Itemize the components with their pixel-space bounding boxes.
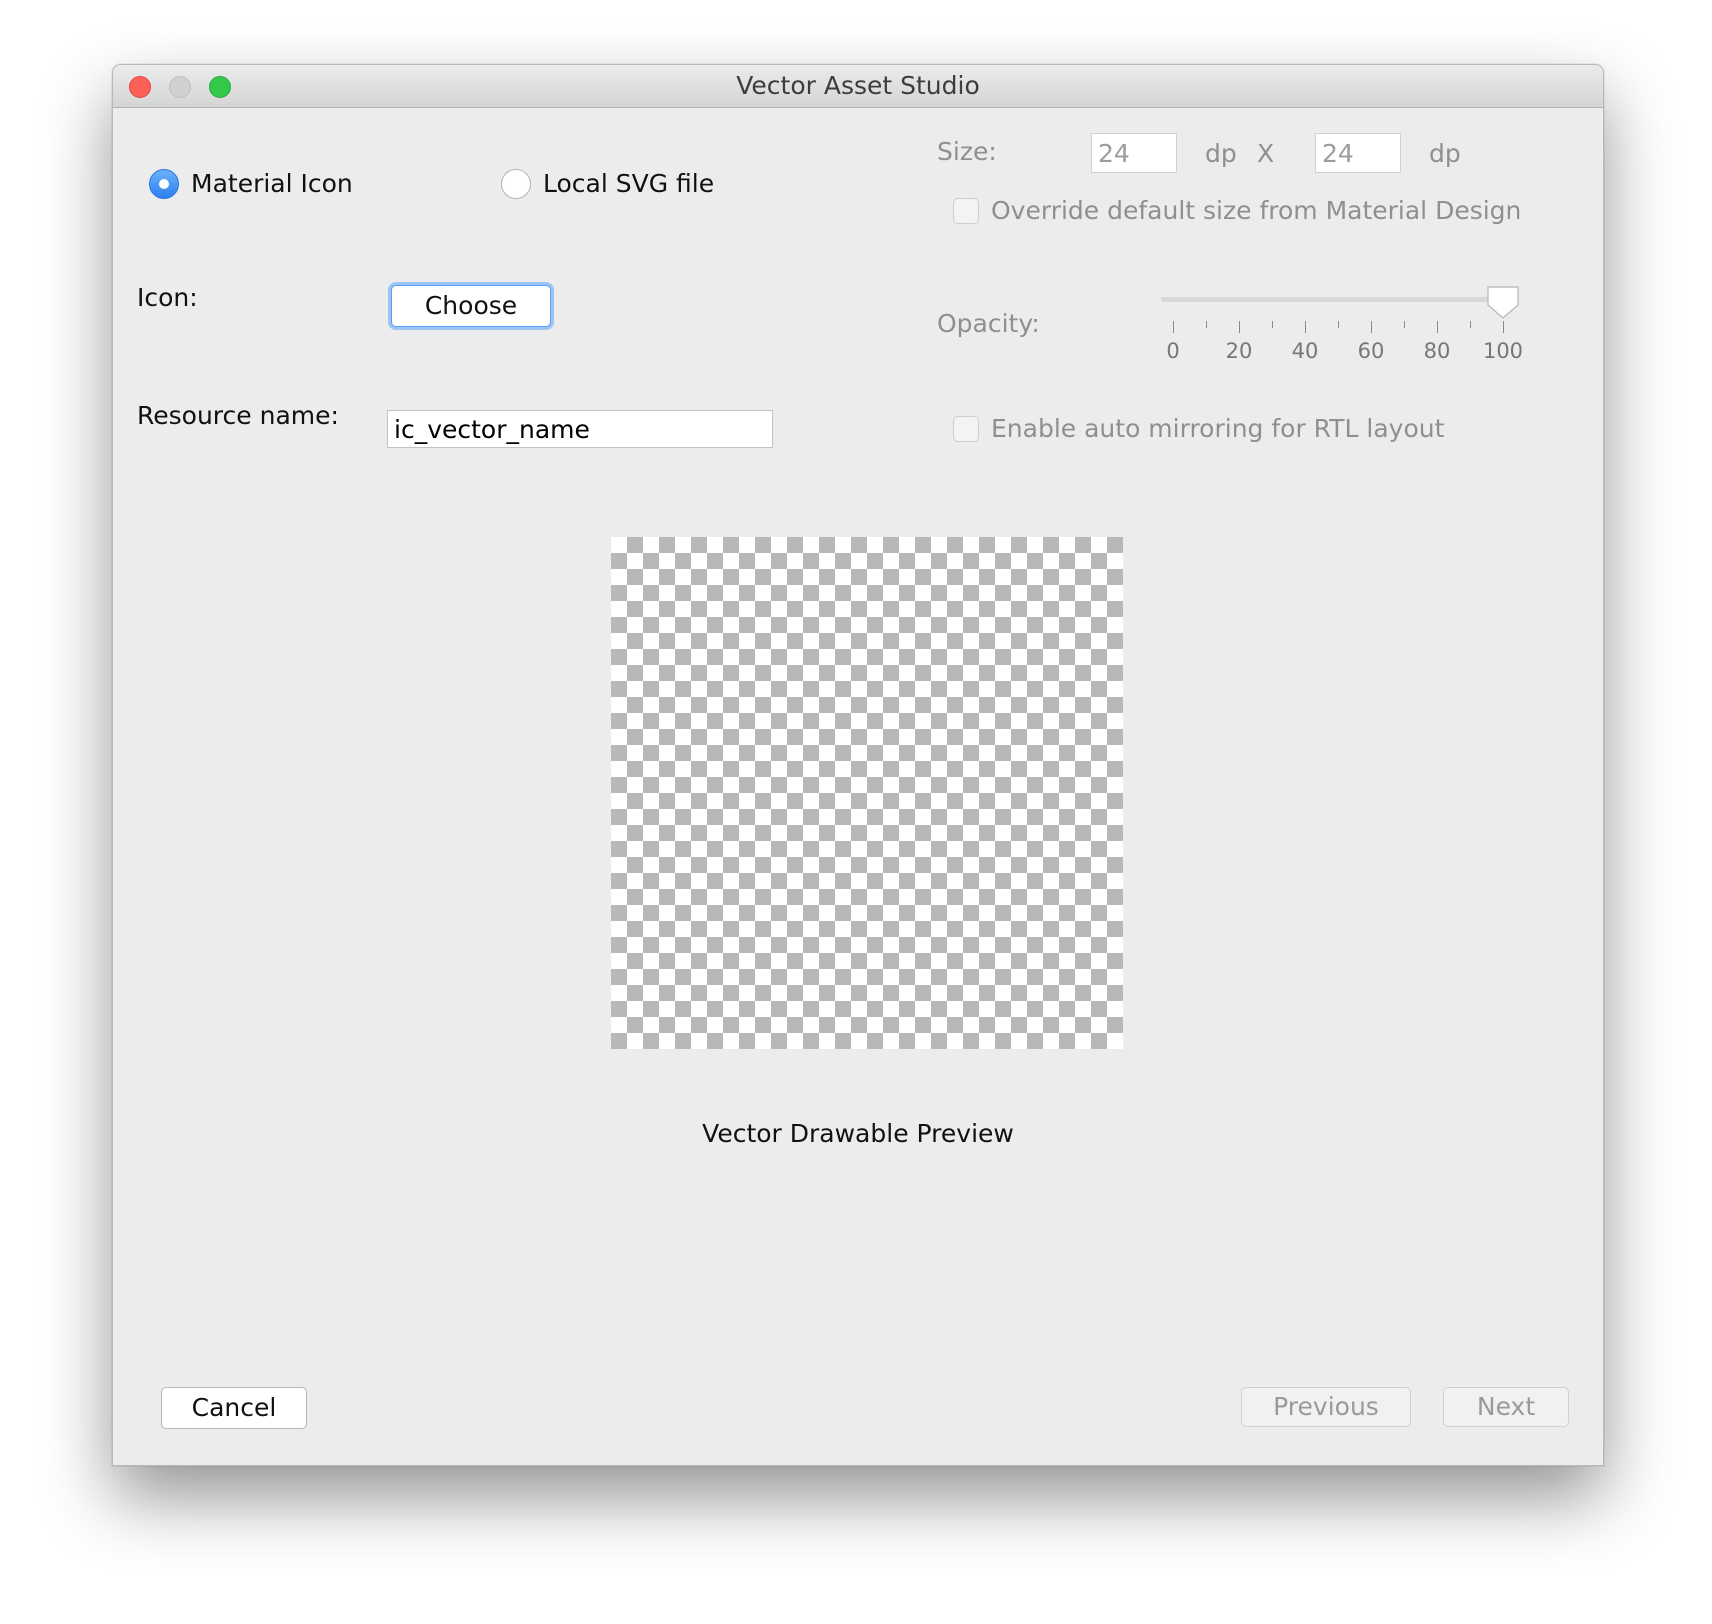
local-svg-file-radio[interactable] xyxy=(501,169,531,199)
vector-asset-studio-dialog: Vector Asset Studio Material Icon Local … xyxy=(112,64,1604,1466)
auto-mirroring-label[interactable]: Enable auto mirroring for RTL layout xyxy=(991,414,1444,444)
previous-button[interactable]: Previous xyxy=(1241,1387,1411,1427)
resource-name-input[interactable] xyxy=(387,410,773,448)
title-bar: Vector Asset Studio xyxy=(113,65,1603,108)
opacity-major-tick xyxy=(1305,321,1306,333)
icon-label: Icon: xyxy=(137,283,198,312)
override-default-size-checkbox[interactable] xyxy=(953,198,979,224)
size-width-unit: dp xyxy=(1205,139,1237,168)
size-height-unit: dp xyxy=(1429,139,1461,168)
opacity-label: Opacity: xyxy=(937,309,1040,338)
size-label: Size: xyxy=(937,137,997,166)
resource-name-label: Resource name: xyxy=(137,401,339,430)
opacity-major-tick xyxy=(1371,321,1372,333)
opacity-slider-thumb[interactable] xyxy=(1486,285,1520,319)
size-height-input[interactable] xyxy=(1315,133,1401,173)
choose-icon-button[interactable]: Choose xyxy=(391,285,551,327)
opacity-tick-label: 80 xyxy=(1423,339,1451,363)
opacity-minor-tick xyxy=(1272,321,1273,328)
opacity-slider[interactable]: 0 20 40 60 80 100 xyxy=(1153,285,1533,375)
auto-mirroring-checkbox[interactable] xyxy=(953,416,979,442)
opacity-tick-label: 100 xyxy=(1482,339,1524,363)
opacity-tick-label: 0 xyxy=(1166,339,1180,363)
opacity-major-tick xyxy=(1503,321,1504,333)
size-width-input[interactable] xyxy=(1091,133,1177,173)
material-icon-radio[interactable] xyxy=(149,169,179,199)
local-svg-file-radio-label[interactable]: Local SVG file xyxy=(543,169,714,199)
opacity-tick-label: 60 xyxy=(1357,339,1385,363)
preview-caption: Vector Drawable Preview xyxy=(702,1119,1014,1148)
cancel-button[interactable]: Cancel xyxy=(161,1387,307,1429)
override-default-size-label[interactable]: Override default size from Material Desi… xyxy=(991,196,1521,226)
opacity-tick-label: 40 xyxy=(1291,339,1319,363)
material-icon-radio-label[interactable]: Material Icon xyxy=(191,169,353,199)
vector-drawable-preview xyxy=(611,537,1123,1049)
window-title: Vector Asset Studio xyxy=(736,71,980,100)
opacity-minor-tick xyxy=(1338,321,1339,328)
opacity-major-tick xyxy=(1437,321,1438,333)
opacity-major-tick xyxy=(1173,321,1174,333)
size-separator: X xyxy=(1257,139,1275,168)
opacity-minor-tick xyxy=(1404,321,1405,328)
opacity-slider-track[interactable] xyxy=(1161,297,1491,302)
opacity-minor-tick xyxy=(1470,321,1471,328)
next-button[interactable]: Next xyxy=(1443,1387,1569,1427)
opacity-minor-tick xyxy=(1206,321,1207,328)
opacity-major-tick xyxy=(1239,321,1240,333)
opacity-tick-label: 20 xyxy=(1225,339,1253,363)
